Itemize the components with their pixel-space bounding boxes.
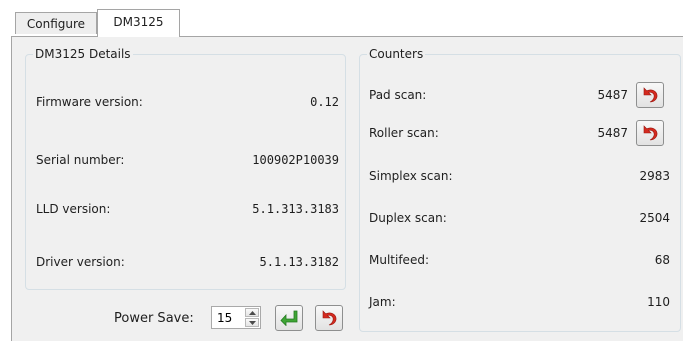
tab-configure[interactable]: Configure: [15, 12, 97, 34]
roller-scan-label: Roller scan:: [369, 126, 439, 140]
power-save-input[interactable]: [213, 308, 247, 327]
lld-version-label: LLD version:: [36, 202, 111, 216]
serial-number-label: Serial number:: [36, 153, 125, 167]
lld-version-value: 5.1.313.3183: [252, 202, 339, 216]
counters-group-title: Counters: [369, 47, 424, 61]
driver-version-label: Driver version:: [36, 255, 125, 269]
firmware-version-label: Firmware version:: [36, 95, 143, 109]
roller-scan-value: 5487: [597, 126, 628, 140]
reset-arrow-icon: [643, 87, 658, 103]
multifeed-label: Multifeed:: [369, 253, 429, 267]
simplex-scan-label: Simplex scan:: [369, 169, 453, 183]
apply-button[interactable]: [275, 305, 303, 331]
reset-power-save-button[interactable]: [315, 305, 343, 331]
duplex-scan-value: 2504: [639, 211, 670, 225]
spinner-arrows: [245, 308, 259, 327]
chevron-up-icon: [248, 310, 256, 315]
chevron-down-icon: [248, 320, 256, 325]
power-save-label: Power Save:: [114, 311, 194, 326]
spinner-down-button[interactable]: [245, 318, 259, 327]
reset-pad-scan-button[interactable]: [636, 82, 664, 108]
pad-scan-value: 5487: [597, 88, 628, 102]
power-save-spinner[interactable]: [211, 306, 261, 329]
jam-value: 110: [647, 295, 670, 309]
tab-strip: Configure DM3125: [0, 0, 683, 37]
driver-version-value: 5.1.13.3182: [259, 255, 339, 269]
duplex-scan-label: Duplex scan:: [369, 211, 447, 225]
firmware-version-value: 0.12: [310, 95, 339, 109]
reset-roller-scan-button[interactable]: [636, 120, 664, 146]
apply-arrow-icon: [280, 310, 298, 326]
reset-arrow-icon: [322, 310, 337, 326]
reset-arrow-icon: [643, 125, 658, 141]
multifeed-value: 68: [654, 253, 670, 267]
serial-number-value: 100902P10039: [252, 153, 339, 167]
details-group-title: DM3125 Details: [35, 47, 131, 61]
pad-scan-label: Pad scan:: [369, 88, 427, 102]
jam-label: Jam:: [369, 295, 396, 309]
simplex-scan-value: 2983: [639, 169, 670, 183]
spinner-up-button[interactable]: [245, 308, 259, 317]
tab-dm3125[interactable]: DM3125: [97, 9, 180, 37]
